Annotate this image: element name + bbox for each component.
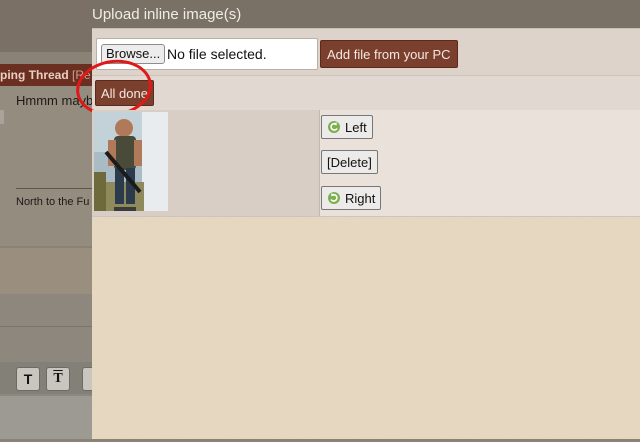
upload-row: Browse... No file selected. Add file fro… (92, 28, 640, 75)
all-done-button[interactable]: All done (95, 80, 154, 106)
post-signature: North to the Fu (16, 196, 90, 208)
done-row: All done (72, 54, 640, 122)
text-size-tool-button[interactable]: T (46, 367, 70, 391)
upload-dialog: Upload inline image(s) Browse... No file… (72, 0, 640, 439)
post-edge-marker (0, 110, 4, 124)
dialog-title-bar: Upload inline image(s) (92, 0, 640, 28)
delete-image-button[interactable]: [Delete] (321, 150, 378, 174)
thread-title-bar: ping Thread [Re (0, 64, 92, 86)
rotate-left-label: Left (345, 119, 367, 135)
rotate-left-icon (328, 121, 340, 133)
thread-title: ping Thread (0, 68, 69, 82)
signature-divider (16, 188, 92, 189)
person-photo-image (94, 112, 168, 211)
add-file-button[interactable]: Add file from your PC (320, 40, 458, 68)
rotate-right-label: Right (345, 190, 376, 206)
image-actions-cell: Left [Delete] Right (320, 110, 640, 216)
editor-text-area (0, 396, 92, 439)
uploaded-image-row: Left [Delete] Right (92, 110, 640, 217)
delete-label: [Delete] (327, 154, 372, 170)
background-texture-strip (0, 248, 92, 294)
rotate-left-button[interactable]: Left (321, 115, 373, 139)
thumbnail-cell (92, 110, 320, 216)
uploaded-image-thumbnail (94, 112, 168, 211)
dialog-title: Upload inline image(s) (92, 6, 242, 23)
background-separator (0, 326, 92, 327)
file-status-text: No file selected. (167, 46, 267, 62)
rotate-right-button[interactable]: Right (321, 186, 382, 210)
post-body (0, 86, 92, 246)
thread-title-suffix: [Re (72, 68, 91, 82)
rotate-right-icon (328, 192, 340, 204)
bold-text-tool-button[interactable]: T (16, 367, 40, 391)
post-text: Hmmm mayb (16, 93, 92, 108)
dialog-texture-area (92, 217, 640, 439)
paper-texture-pattern (92, 217, 640, 439)
file-input[interactable]: Browse... No file selected. (96, 38, 318, 70)
browse-button[interactable]: Browse... (101, 44, 166, 64)
